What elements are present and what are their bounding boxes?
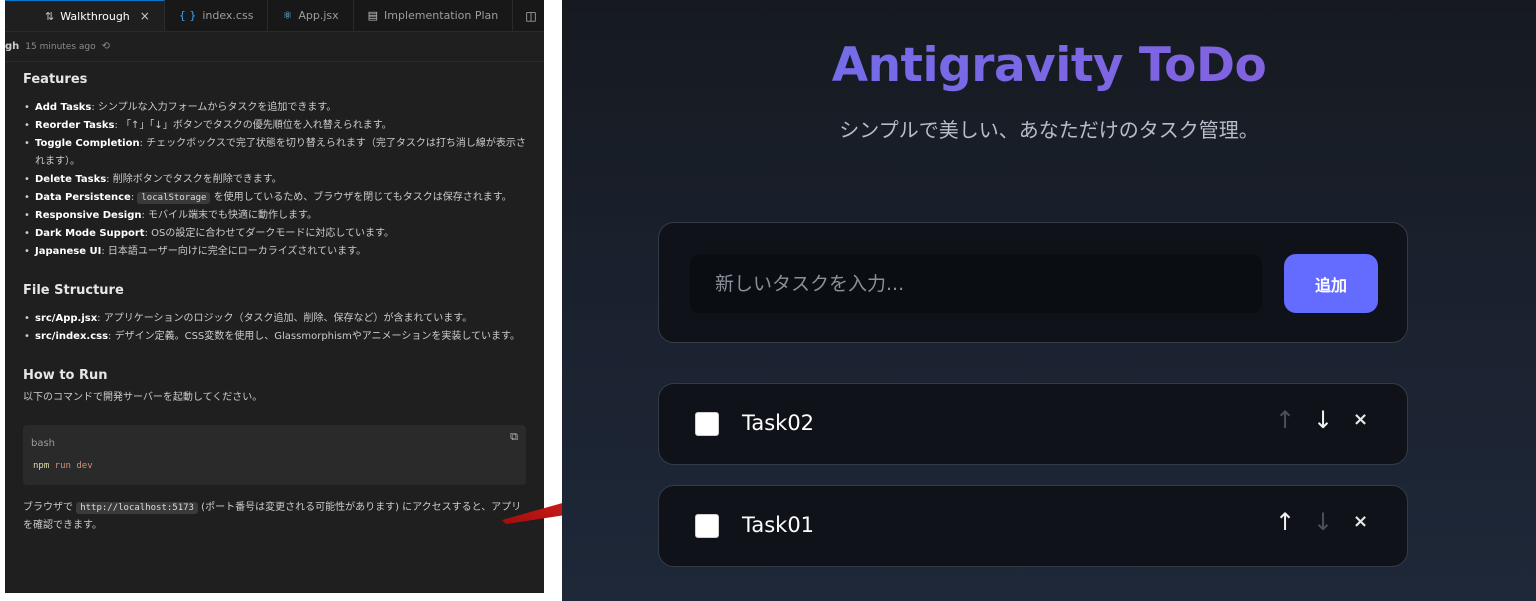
tab-label: Implementation Plan (384, 9, 499, 22)
react-icon: ⚛ (282, 9, 293, 22)
list-item: Toggle Completion: チェックボックスで完了状態を切り替えられま… (23, 135, 526, 171)
how-to-run-heading: How to Run (23, 368, 108, 383)
tab-implementation-plan[interactable]: ▤ Implementation Plan (354, 0, 514, 31)
file-structure-heading: File Structure (23, 283, 124, 298)
list-item: src/App.jsx: アプリケーションのロジック（タスク追加、削除、保存など… (23, 310, 526, 328)
walkthrough-document: Features Add Tasks: シンプルな入力フォームからタスクを追加で… (5, 62, 544, 535)
tab-app-jsx[interactable]: ⚛ App.jsx (268, 0, 354, 31)
document-icon: ▤ (367, 9, 379, 22)
tab-index-css[interactable]: { } index.css (165, 0, 269, 31)
features-list: Add Tasks: シンプルな入力フォームからタスクを追加できます。 Reor… (23, 99, 526, 261)
tab-label: index.css (202, 9, 254, 22)
tab-label: App.jsx (298, 9, 339, 22)
list-item: Japanese UI: 日本語ユーザー向けに完全にローカライズされています。 (23, 243, 526, 261)
task-checkbox[interactable] (695, 412, 719, 436)
app-title: Antigravity ToDo (562, 38, 1536, 93)
code-language-label: bash (31, 438, 56, 449)
list-item: Responsive Design: モバイル端末でも快適に動作します。 (23, 207, 526, 225)
list-item: src/index.css: デザイン定義。CSS変数を使用し、Glassmor… (23, 328, 526, 346)
move-up-icon[interactable]: ↑ (1273, 508, 1297, 536)
list-item: Dark Mode Support: OSの設定に合わせてダークモードに対応して… (23, 225, 526, 243)
close-icon[interactable]: × (140, 9, 150, 23)
git-compare-icon: ⇅ (45, 9, 55, 23)
list-item: Add Tasks: シンプルな入力フォームからタスクを追加できます。 (23, 99, 526, 117)
run-intro: 以下のコマンドで開発サーバーを起動してください。 (23, 392, 263, 403)
task-text: Task01 (742, 513, 815, 537)
task-input-card: 追加 (658, 222, 1408, 343)
split-editor-icon[interactable]: ◫ (518, 0, 544, 31)
move-down-icon[interactable]: ↓ (1311, 508, 1335, 536)
move-up-icon[interactable]: ↑ (1273, 406, 1297, 434)
list-item: Reorder Tasks: 「↑」「↓」ボタンでタスクの優先順位を入れ替えられ… (23, 117, 526, 135)
tab-walkthrough[interactable]: ⇅ Walkthrough × (5, 0, 165, 31)
tab-label: Walkthrough (60, 9, 130, 23)
doc-breadcrumb: gh (5, 41, 20, 52)
task-item: Task02 ↑ ↓ × (658, 383, 1408, 465)
features-heading: Features (23, 72, 88, 87)
task-item: Task01 ↑ ↓ × (658, 485, 1408, 567)
history-icon[interactable]: ⟲ (102, 41, 110, 52)
code-command: npm run dev (33, 461, 93, 471)
braces-icon: { } (178, 9, 197, 22)
move-down-icon[interactable]: ↓ (1311, 406, 1335, 434)
app-subtitle: シンプルで美しい、あなただけのタスク管理。 (839, 118, 1259, 142)
list-item: Data Persistence: localStorage を使用しているため… (23, 189, 526, 207)
editor-tab-bar: ⇅ Walkthrough × { } index.css ⚛ App.jsx … (5, 0, 544, 32)
todo-app: Antigravity ToDo シンプルで美しい、あなただけのタスク管理。 追… (562, 0, 1536, 601)
code-block: bash ⧉ npm run dev (23, 425, 526, 485)
task-checkbox[interactable] (695, 514, 719, 538)
list-item: Delete Tasks: 削除ボタンでタスクを削除できます。 (23, 171, 526, 189)
task-text: Task02 (742, 411, 815, 435)
editor-panel: ⇅ Walkthrough × { } index.css ⚛ App.jsx … (5, 0, 544, 593)
doc-meta-row: gh 15 minutes ago ⟲ (5, 32, 544, 62)
file-structure-list: src/App.jsx: アプリケーションのロジック（タスク追加、削除、保存など… (23, 310, 526, 346)
localhost-url: http://localhost:5173 (76, 502, 198, 514)
inline-code: localStorage (137, 192, 211, 204)
run-outro: ブラウザで http://localhost:5173 (ポート番号は変更される… (23, 502, 522, 531)
task-input[interactable] (690, 254, 1262, 313)
delete-icon[interactable]: × (1353, 511, 1368, 532)
delete-icon[interactable]: × (1353, 409, 1368, 430)
copy-icon[interactable]: ⧉ (510, 430, 518, 444)
doc-timestamp: 15 minutes ago (25, 41, 96, 52)
add-task-button[interactable]: 追加 (1284, 254, 1378, 313)
